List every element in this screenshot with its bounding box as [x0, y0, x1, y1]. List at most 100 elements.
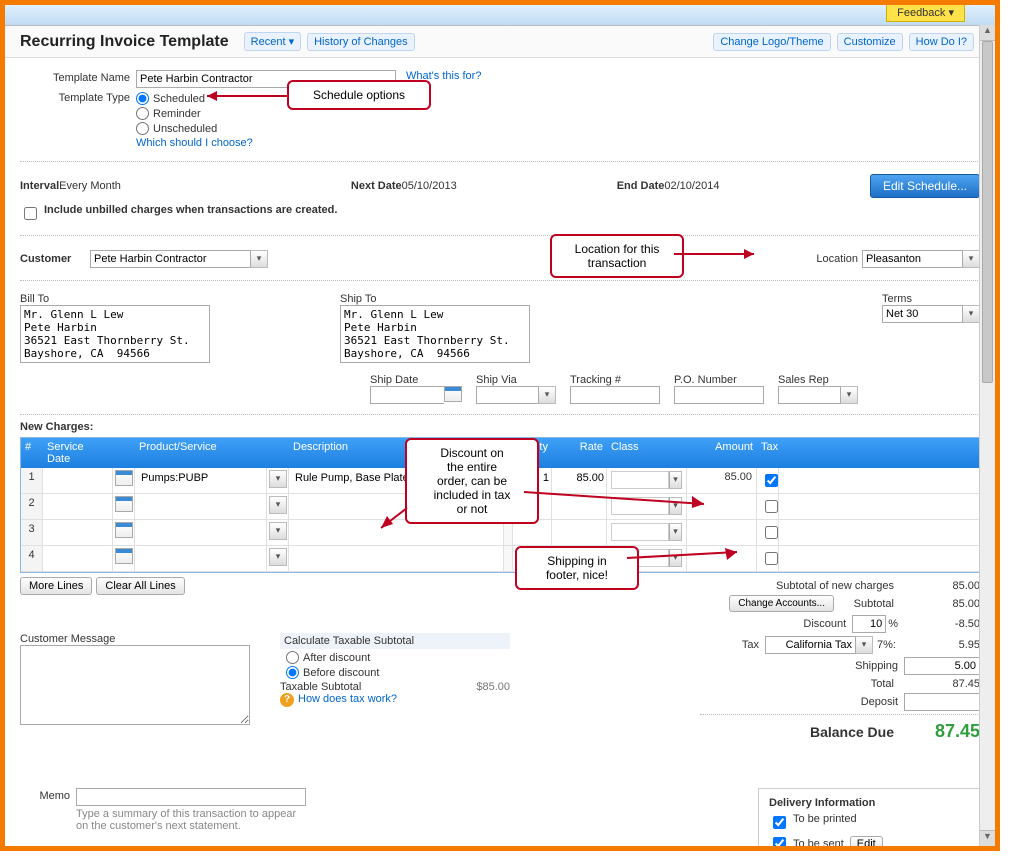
tax-select[interactable] [765, 636, 855, 654]
scroll-up-icon[interactable]: ▲ [980, 25, 995, 41]
shipdate-input[interactable] [370, 386, 444, 404]
to-be-printed-checkbox[interactable] [773, 816, 786, 829]
service-date-input[interactable] [47, 471, 112, 485]
scroll-thumb[interactable] [982, 41, 993, 383]
balance-label: Balance Due [700, 724, 900, 740]
class-input[interactable] [611, 523, 669, 541]
service-date-input[interactable] [47, 523, 112, 537]
change-accounts-button[interactable]: Change Accounts... [729, 595, 834, 612]
discount-pct-input[interactable] [852, 615, 886, 633]
qty-input[interactable] [514, 523, 551, 537]
product-dropdown-icon[interactable]: ▾ [269, 548, 287, 566]
product-input[interactable] [139, 497, 266, 511]
customer-dropdown-icon[interactable]: ▾ [250, 250, 268, 268]
discount-label: Discount [700, 618, 852, 630]
calendar-icon[interactable] [444, 386, 462, 402]
tax-checkbox[interactable] [765, 552, 778, 565]
help-icon: ? [280, 693, 294, 707]
calendar-icon[interactable] [115, 522, 133, 538]
rate-input[interactable] [556, 523, 606, 537]
customer-label: Customer [20, 253, 90, 265]
customer-message-textarea[interactable] [20, 645, 250, 725]
vertical-scrollbar[interactable]: ▲ ▼ [979, 25, 995, 846]
tax-value: 5.95 [900, 639, 980, 651]
next-date-value: 05/10/2013 [402, 180, 457, 192]
page-header: Recurring Invoice Template Recent ▾ Hist… [5, 26, 995, 58]
subtotal-new-value: 85.00 [900, 580, 980, 592]
recent-button[interactable]: Recent ▾ [244, 32, 301, 51]
rate-input[interactable] [556, 471, 606, 485]
billto-textarea[interactable]: Mr. Glenn L Lew Pete Harbin 36521 East T… [20, 305, 210, 363]
shipto-textarea[interactable]: Mr. Glenn L Lew Pete Harbin 36521 East T… [340, 305, 530, 363]
scroll-down-icon[interactable]: ▼ [980, 830, 995, 846]
change-logo-button[interactable]: Change Logo/Theme [713, 33, 830, 51]
after-discount-label: After discount [303, 652, 370, 664]
po-input[interactable] [674, 386, 764, 404]
feedback-button[interactable]: Feedback ▾ [886, 3, 965, 22]
description-input[interactable] [293, 549, 503, 563]
how-tax-link[interactable]: How does tax work? [298, 693, 397, 705]
which-should-link[interactable]: Which should I choose? [136, 137, 253, 149]
shipvia-input[interactable] [476, 386, 538, 404]
product-input[interactable] [139, 549, 266, 563]
terms-dropdown-icon[interactable]: ▾ [962, 305, 980, 323]
template-type-label: Template Type [20, 90, 136, 104]
calendar-icon[interactable] [115, 548, 133, 564]
taxable-subtotal-value: $85.00 [476, 681, 510, 693]
to-be-sent-checkbox[interactable] [773, 837, 786, 850]
calendar-icon[interactable] [115, 470, 133, 486]
history-button[interactable]: History of Changes [307, 33, 415, 51]
memo-label: Memo [20, 788, 76, 851]
service-date-input[interactable] [47, 549, 112, 563]
tax-checkbox[interactable] [765, 474, 778, 487]
salesrep-label: Sales Rep [778, 374, 858, 386]
clear-lines-button[interactable]: Clear All Lines [96, 577, 184, 595]
tax-checkbox[interactable] [765, 500, 778, 513]
shipvia-dropdown-icon[interactable]: ▾ [538, 386, 556, 404]
subtotal-label: Subtotal [834, 598, 900, 610]
unscheduled-radio[interactable] [136, 122, 149, 135]
product-dropdown-icon[interactable]: ▾ [269, 496, 287, 514]
discount-value: -8.50 [900, 618, 980, 630]
memo-input[interactable] [76, 788, 306, 806]
location-dropdown-icon[interactable]: ▾ [962, 250, 980, 268]
unscheduled-label: Unscheduled [153, 123, 217, 135]
terms-select[interactable] [882, 305, 962, 323]
how-do-i-button[interactable]: How Do I? [909, 33, 974, 51]
edit-schedule-button[interactable]: Edit Schedule... [870, 174, 980, 198]
to-be-sent-label: To be sent [793, 838, 844, 850]
shipto-label: Ship To [340, 293, 530, 305]
customize-button[interactable]: Customize [837, 33, 903, 51]
scheduled-radio[interactable] [136, 92, 149, 105]
tax-dropdown-icon[interactable]: ▾ [855, 636, 873, 654]
edit-email-button[interactable]: Edit [850, 836, 883, 852]
product-input[interactable] [139, 471, 266, 485]
tax-checkbox[interactable] [765, 526, 778, 539]
customer-select[interactable] [90, 250, 250, 268]
before-discount-radio[interactable] [286, 666, 299, 679]
product-input[interactable] [139, 523, 266, 537]
callout-discount: Discount on the entire order, can be inc… [405, 438, 539, 524]
balance-value: 87.45 [900, 721, 980, 742]
salesrep-input[interactable] [778, 386, 840, 404]
more-lines-button[interactable]: More Lines [20, 577, 92, 595]
tracking-input[interactable] [570, 386, 660, 404]
deposit-input[interactable] [904, 693, 980, 711]
shipvia-label: Ship Via [476, 374, 556, 386]
salesrep-dropdown-icon[interactable]: ▾ [840, 386, 858, 404]
class-dropdown-icon[interactable]: ▾ [669, 523, 682, 541]
tracking-label: Tracking # [570, 374, 660, 386]
unbilled-checkbox[interactable] [24, 207, 37, 220]
end-date-value: 02/10/2014 [664, 180, 719, 192]
location-label: Location [816, 253, 858, 265]
end-date-label: End Date [617, 180, 665, 192]
calendar-icon[interactable] [115, 496, 133, 512]
product-dropdown-icon[interactable]: ▾ [269, 522, 287, 540]
shipping-input[interactable] [904, 657, 980, 675]
service-date-input[interactable] [47, 497, 112, 511]
reminder-radio[interactable] [136, 107, 149, 120]
tax-label: Tax [729, 639, 765, 651]
product-dropdown-icon[interactable]: ▾ [269, 470, 287, 488]
after-discount-radio[interactable] [286, 651, 299, 664]
location-select[interactable] [862, 250, 962, 268]
